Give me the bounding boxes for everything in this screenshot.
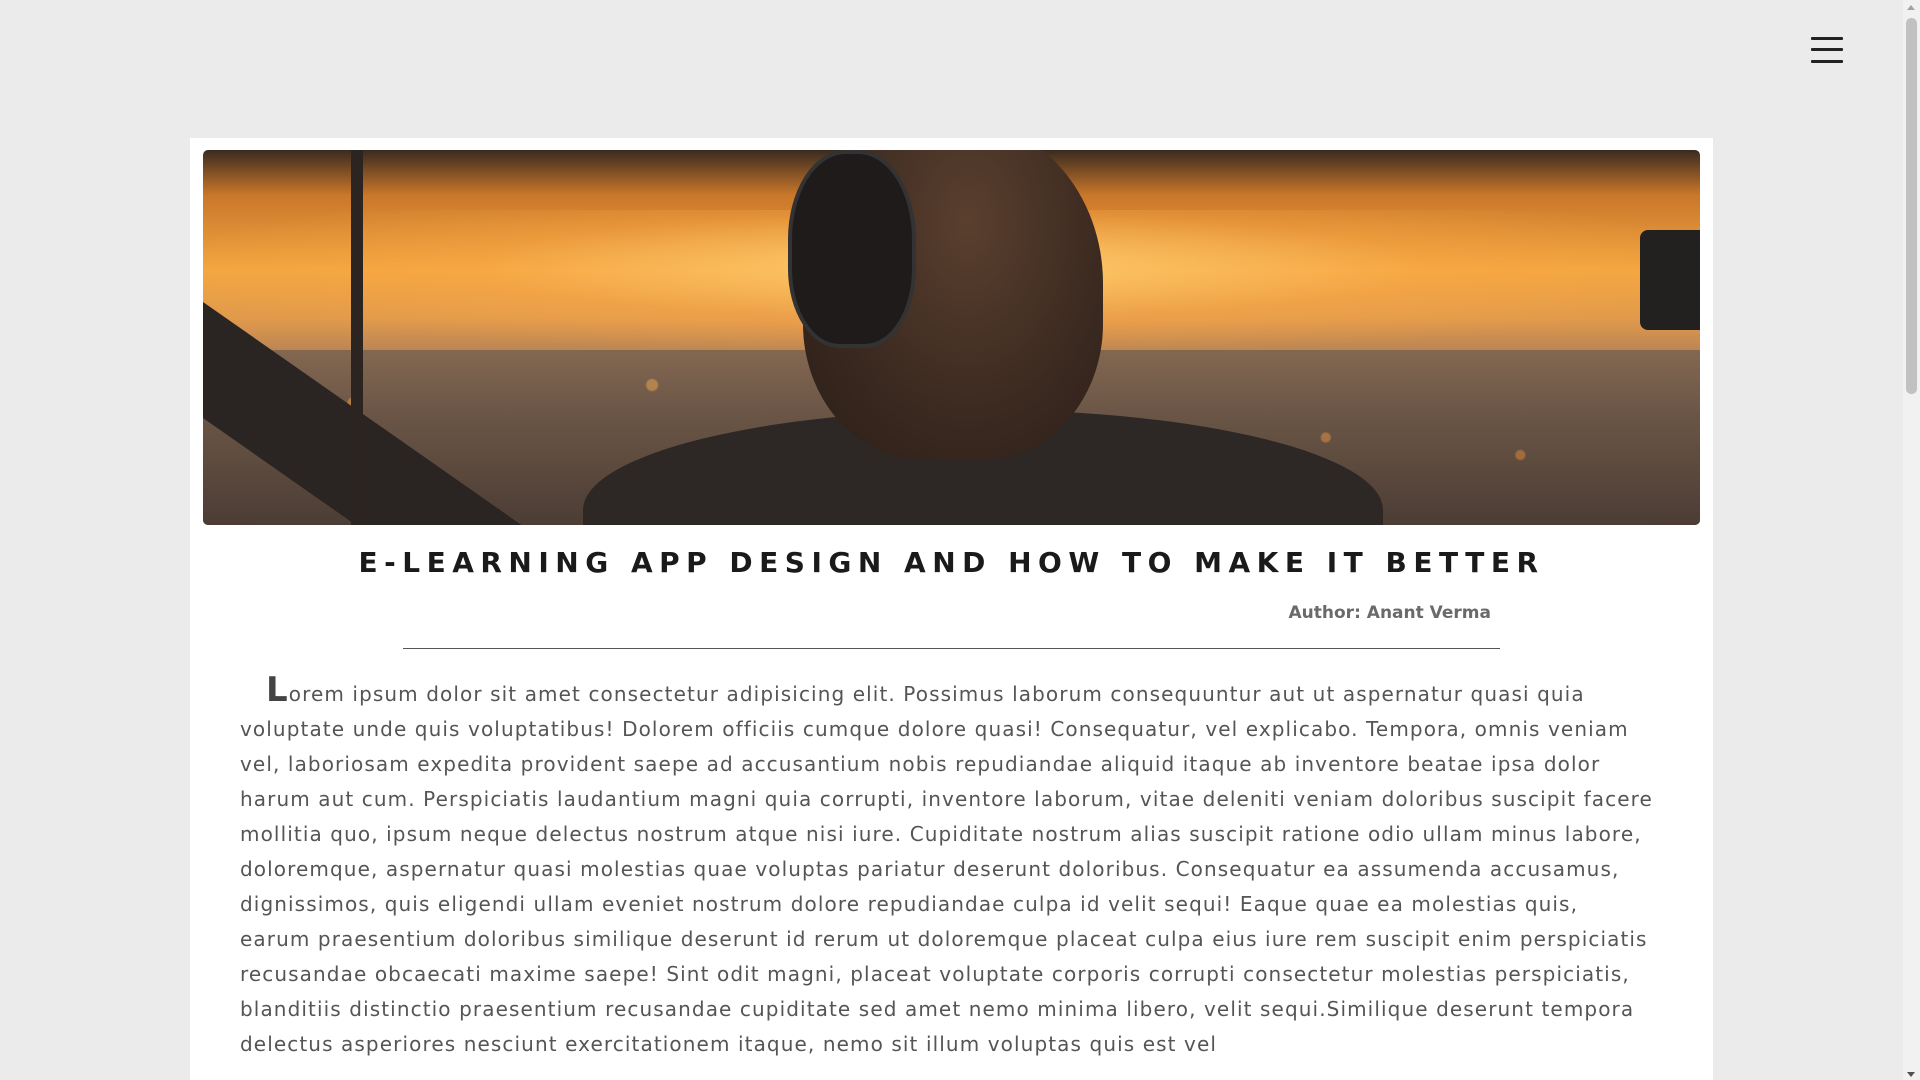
menu-bar-top bbox=[1811, 37, 1843, 40]
article-body: Lorem ipsum dolor sit amet consectetur a… bbox=[240, 673, 1655, 1062]
menu-bar-middle bbox=[1811, 48, 1843, 51]
hero-image bbox=[203, 150, 1700, 525]
gauge-icon bbox=[1640, 230, 1700, 330]
divider bbox=[403, 648, 1500, 649]
headphone-icon bbox=[788, 150, 916, 348]
article-body-text: orem ipsum dolor sit amet consectetur ad… bbox=[240, 682, 1653, 1056]
page: E-LEARNING APP DESIGN AND HOW TO MAKE IT… bbox=[0, 0, 1920, 1080]
drop-cap: L bbox=[266, 670, 289, 710]
menu-bar-bottom bbox=[1811, 60, 1843, 63]
vertical-scrollbar[interactable] bbox=[1903, 0, 1920, 1080]
article-author: Author: Anant Verma bbox=[1288, 603, 1491, 623]
scroll-down-icon[interactable] bbox=[1907, 1072, 1915, 1077]
hamburger-menu-icon[interactable] bbox=[1811, 35, 1845, 65]
cockpit-pole bbox=[351, 150, 363, 525]
article-card: E-LEARNING APP DESIGN AND HOW TO MAKE IT… bbox=[190, 138, 1713, 1080]
scroll-up-icon[interactable] bbox=[1907, 5, 1915, 10]
article-title: E-LEARNING APP DESIGN AND HOW TO MAKE IT… bbox=[358, 546, 1545, 579]
scrollbar-thumb[interactable] bbox=[1906, 18, 1917, 394]
